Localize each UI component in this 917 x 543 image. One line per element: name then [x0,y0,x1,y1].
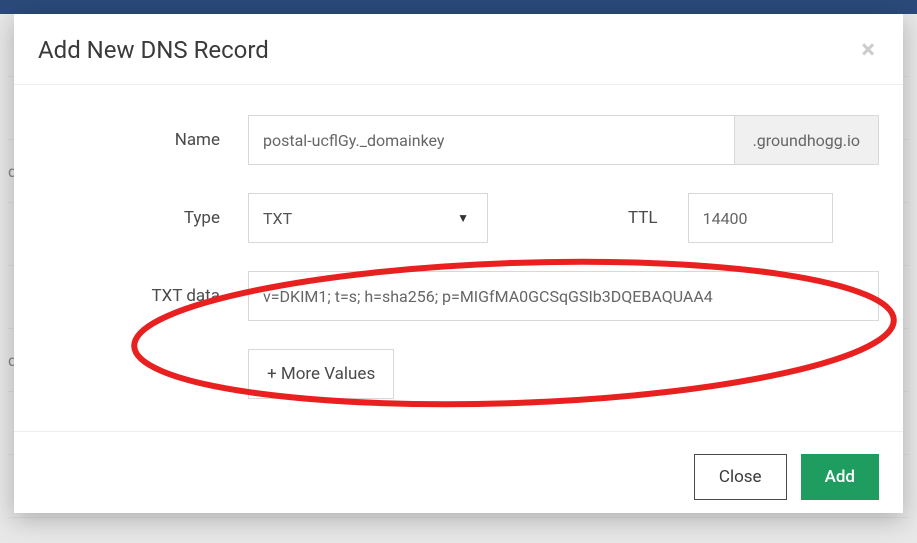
more-values-button[interactable]: + More Values [248,349,394,399]
dns-record-modal: Add New DNS Record × Name .groundhogg.io… [14,14,903,513]
chevron-down-icon: ▼ [457,211,469,225]
ttl-label: TTL [628,208,658,228]
more-values-row: + More Values [248,349,879,399]
modal-title: Add New DNS Record [38,36,269,64]
type-select[interactable]: TXT ▼ [248,193,488,243]
txt-label: TXT data [38,286,248,306]
txt-data-input[interactable] [248,271,879,321]
close-button[interactable]: Close [694,454,787,500]
txt-data-row: TXT data [38,271,879,321]
type-label: Type [38,208,248,228]
type-ttl-row: Type TXT ▼ TTL [38,193,879,243]
domain-suffix: .groundhogg.io [734,115,879,165]
add-button[interactable]: Add [801,454,879,500]
name-row: Name .groundhogg.io [38,115,879,165]
modal-footer: Close Add [14,431,903,522]
modal-body: Name .groundhogg.io Type TXT ▼ TTL TXT d… [14,85,903,431]
close-icon[interactable]: × [857,37,879,63]
name-input[interactable] [248,115,734,165]
modal-header: Add New DNS Record × [14,14,903,85]
ttl-input[interactable] [688,193,833,243]
type-select-value: TXT [263,209,457,228]
name-label: Name [38,130,248,150]
